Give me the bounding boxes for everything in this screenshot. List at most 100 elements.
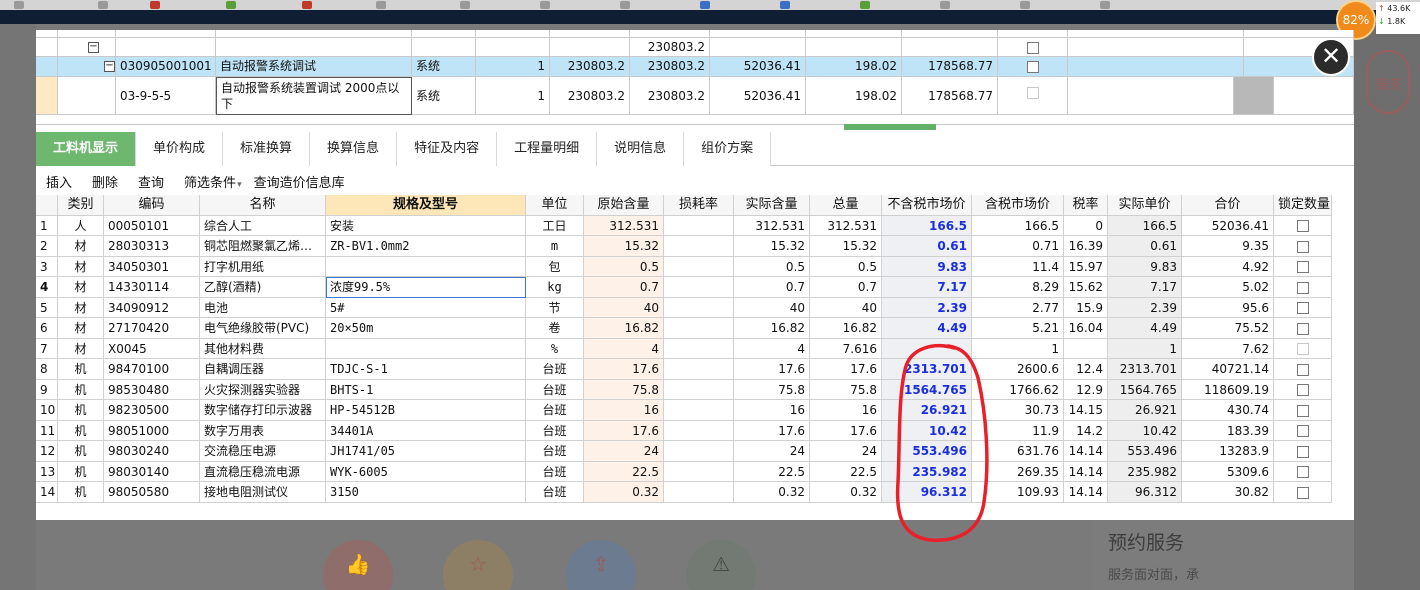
cell-lock-qty[interactable] — [1274, 236, 1332, 257]
col-header-lock-qty[interactable]: 锁定数量 — [1274, 195, 1332, 216]
cell-code[interactable]: 98030140 — [104, 461, 200, 482]
table-row[interactable]: 1 人 00050101 综合人工 安装 工日 312.531 312.531 312.531 1… — [36, 215, 1354, 236]
col-header-spec[interactable]: 规格及型号 — [326, 195, 526, 216]
cell-name[interactable]: 交流稳压电源 — [200, 441, 326, 462]
cell-tax-rate[interactable]: 14.15 — [1064, 400, 1108, 421]
cell-actual-unit-price[interactable]: 166.5 — [1108, 215, 1182, 236]
cell-market-price-tax[interactable]: 11.4 — [972, 256, 1064, 277]
cell-code[interactable]: 98030240 — [104, 441, 200, 462]
col-header-unit[interactable]: 单位 — [526, 195, 584, 216]
insert-button[interactable]: 插入 — [46, 172, 72, 191]
cell-spec[interactable]: BHTS-1 — [326, 379, 526, 400]
lock-checkbox[interactable] — [1296, 363, 1309, 376]
cell-total-qty[interactable]: 24 — [810, 441, 882, 462]
filter-dropdown[interactable]: 筛选条件▾ — [184, 172, 242, 191]
cell-original-qty[interactable]: 24 — [584, 441, 664, 462]
cell-total-qty[interactable]: 7.616 — [810, 338, 882, 359]
cell-actual-qty[interactable]: 40 — [734, 297, 810, 318]
cell-unit[interactable]: 台班 — [526, 400, 584, 421]
cell-spec[interactable]: TDJC-S-1 — [326, 359, 526, 380]
cell-actual-qty[interactable]: 17.6 — [734, 359, 810, 380]
cell-total-qty[interactable]: 75.8 — [810, 379, 882, 400]
cell-unit[interactable]: 台班 — [526, 379, 584, 400]
col-header-total-qty[interactable]: 总量 — [810, 195, 882, 216]
tab-unit-price-composition[interactable]: 单价构成 — [136, 132, 224, 166]
cell-market-price-tax[interactable]: 0.71 — [972, 236, 1064, 257]
cell-actual-qty[interactable]: 4 — [734, 338, 810, 359]
cell-lock-qty[interactable] — [1274, 379, 1332, 400]
cell-amount[interactable]: 118609.19 — [1182, 379, 1274, 400]
lock-checkbox[interactable] — [1296, 486, 1309, 499]
cell-tax-rate[interactable]: 14.14 — [1064, 482, 1108, 503]
tab-features-content[interactable]: 特征及内容 — [397, 132, 498, 166]
cell-type[interactable]: 机 — [58, 461, 104, 482]
cell-name[interactable]: 综合人工 — [200, 215, 326, 236]
cell-amount[interactable]: 52036.41 — [1182, 215, 1274, 236]
cell-actual-unit-price[interactable]: 26.921 — [1108, 400, 1182, 421]
table-row[interactable]: 5 材 34090912 电池 5# 节 40 40 40 2.39 2.77 15.9 2.39 95.… — [36, 297, 1354, 318]
cell-lock-qty[interactable] — [1274, 400, 1332, 421]
cell-actual-unit-price[interactable]: 10.42 — [1108, 420, 1182, 441]
cell-amount[interactable]: 13283.9 — [1182, 441, 1274, 462]
cell-actual-qty[interactable]: 16 — [734, 400, 810, 421]
cell-lock-qty[interactable] — [1274, 256, 1332, 277]
cell-total-qty[interactable]: 22.5 — [810, 461, 882, 482]
cell-loss-rate[interactable] — [664, 379, 734, 400]
cell-lock-qty[interactable] — [1274, 318, 1332, 339]
cell-lock-qty[interactable] — [1274, 277, 1332, 298]
cell-actual-unit-price[interactable]: 9.83 — [1108, 256, 1182, 277]
collapse-icon[interactable]: − — [88, 42, 99, 53]
cell-actual-qty[interactable]: 17.6 — [734, 420, 810, 441]
cell-loss-rate[interactable] — [664, 236, 734, 257]
col-header-actual-unit-price[interactable]: 实际单价 — [1108, 195, 1182, 216]
lock-checkbox[interactable] — [1296, 466, 1309, 478]
cell-unit[interactable]: 台班 — [526, 420, 584, 441]
cell-type[interactable]: 机 — [58, 379, 104, 400]
cell-loss-rate[interactable] — [664, 482, 734, 503]
lock-checkbox[interactable] — [1296, 384, 1309, 396]
cell-loss-rate[interactable] — [664, 441, 734, 462]
cell-actual-unit-price[interactable]: 1564.765 — [1108, 379, 1182, 400]
table-row[interactable]: 8 机 98470100 自耦调压器 TDJC-S-1 台班 17.6 17.6 17.6 231… — [36, 359, 1354, 380]
cell-amount[interactable]: 183.39 — [1182, 420, 1274, 441]
cell-actual-qty[interactable]: 15.32 — [734, 236, 810, 257]
lock-checkbox[interactable] — [1296, 261, 1309, 273]
cell-loss-rate[interactable] — [664, 215, 734, 236]
close-icon[interactable]: ✕ — [1312, 38, 1350, 76]
tab-standard-conversion[interactable]: 标准换算 — [223, 132, 311, 166]
lock-checkbox[interactable] — [1296, 240, 1309, 253]
cell-code[interactable]: 28030313 — [104, 236, 200, 257]
cell-tax-rate[interactable]: 0 — [1064, 215, 1108, 236]
cell-unit[interactable]: 台班 — [526, 461, 584, 482]
lock-checkbox[interactable] — [1296, 425, 1309, 437]
cell-type[interactable]: 机 — [58, 441, 104, 462]
cell-loss-rate[interactable] — [664, 420, 734, 441]
cell-actual-unit-price[interactable]: 7.17 — [1108, 277, 1182, 298]
col-header-market-price-tax[interactable]: 含税市场价 — [972, 195, 1064, 216]
cell-spec[interactable]: WYK-6005 — [326, 461, 526, 482]
cell-type[interactable]: 材 — [58, 338, 104, 359]
cell-spec[interactable]: ZR-BV1.0mm2 — [326, 236, 526, 257]
splitter-handle[interactable] — [844, 124, 936, 130]
table-row[interactable]: 14 机 98050580 接地电阻测试仪 3150 台班 0.32 0.32 0.32 96.3… — [36, 482, 1354, 503]
cell-tax-rate[interactable]: 15.62 — [1064, 277, 1108, 298]
cell-loss-rate[interactable] — [664, 461, 734, 482]
cell-spec[interactable]: HP-54512B — [326, 400, 526, 421]
cell-loss-rate[interactable] — [664, 359, 734, 380]
col-header-amount[interactable]: 合价 — [1182, 195, 1274, 216]
cell-type[interactable]: 机 — [58, 400, 104, 421]
cell-code[interactable]: 98051000 — [104, 420, 200, 441]
cell-lock-qty[interactable] — [1274, 338, 1332, 359]
tab-pricing-scheme[interactable]: 组价方案 — [684, 132, 772, 166]
row-checkbox[interactable] — [1026, 60, 1039, 73]
cell-name[interactable]: 铜芯阻燃聚氯乙烯… — [200, 236, 326, 257]
collapse-icon[interactable]: − — [104, 61, 115, 72]
cell-tax-rate[interactable]: 15.97 — [1064, 256, 1108, 277]
col-header-actual-qty[interactable]: 实际含量 — [734, 195, 810, 216]
cell-name[interactable]: 接地电阻测试仪 — [200, 482, 326, 503]
cell-total-qty[interactable]: 17.6 — [810, 359, 882, 380]
cell-original-qty[interactable]: 16.82 — [584, 318, 664, 339]
cell-total-qty[interactable]: 312.531 — [810, 215, 882, 236]
cell-lock-qty[interactable] — [1274, 461, 1332, 482]
cell-unit[interactable]: 台班 — [526, 482, 584, 503]
